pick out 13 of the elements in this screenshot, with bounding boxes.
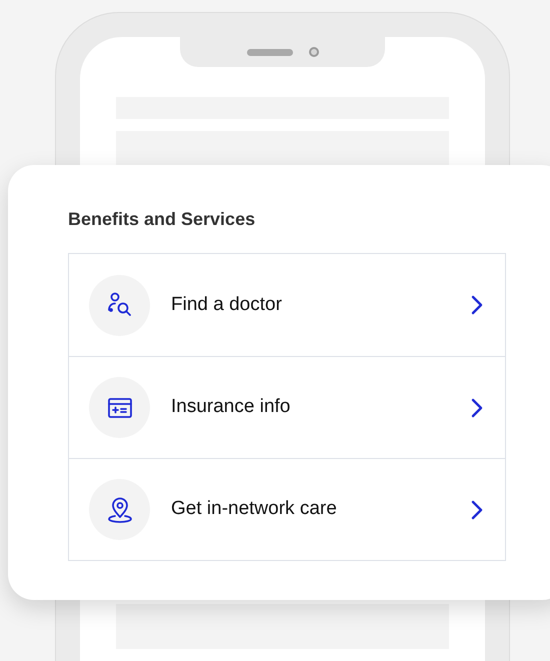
chevron-right-icon: [471, 500, 483, 520]
service-row[interactable]: Find a doctor: [69, 254, 505, 356]
person-search-icon: [106, 291, 134, 319]
service-label: Insurance info: [171, 395, 292, 420]
service-label: Find a doctor: [171, 292, 283, 317]
speaker-icon: [246, 48, 292, 56]
card-title: Benefits and Services: [68, 208, 256, 231]
service-label: Get in-network care: [171, 497, 338, 522]
camera-icon: [308, 47, 318, 57]
chevron-right-icon: [471, 295, 483, 315]
chevron-right-icon: [471, 398, 483, 418]
service-row[interactable]: Get in-network care: [69, 458, 505, 560]
service-row[interactable]: Insurance info: [69, 356, 505, 458]
